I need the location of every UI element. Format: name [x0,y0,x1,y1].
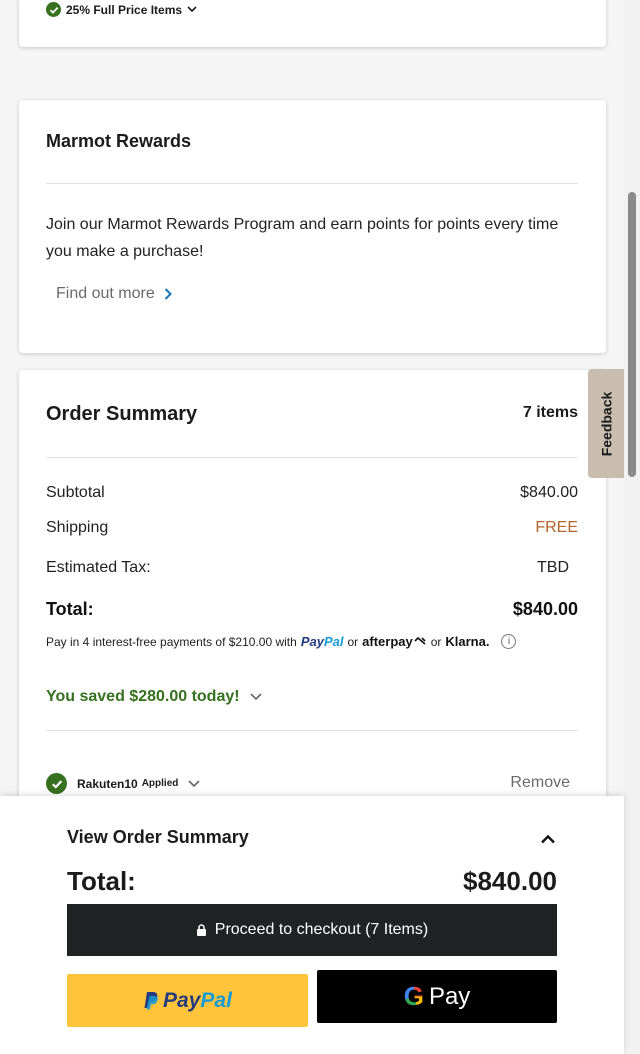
google-pay-label: Pay [428,982,471,1010]
shipping-value: FREE [535,519,578,536]
paypal-button[interactable]: PayPal [67,974,308,1027]
feedback-tab[interactable]: Feedback [588,369,624,478]
item-count: 7 items [522,404,578,421]
google-pay-button[interactable]: G Pay [317,970,557,1023]
paypal-wordmark: PayPal [163,988,232,1012]
applied-coupon[interactable]: Rakuten10 Applied [46,773,200,794]
scrollbar-track[interactable] [624,0,640,1054]
check-icon [46,2,61,17]
subtotal-label: Subtotal [46,484,105,501]
divider [46,457,578,458]
chevron-down-icon [188,779,200,787]
coupon-status: Applied [141,778,179,789]
payin-text: Pay in 4 interest-free payments of $210.… [46,634,297,649]
total-row: Total: $840.00 [46,599,578,620]
sticky-total-label: Total: [67,866,136,896]
total-value: $840.00 [512,599,578,619]
klarna-logo: Klarna. [445,634,490,649]
tax-label: Estimated Tax: [46,559,151,576]
tax-row: Estimated Tax: TBD [46,559,578,577]
total-label: Total: [46,599,94,619]
subtotal-row: Subtotal $840.00 [46,484,578,502]
promo-toggle[interactable]: 25% Full Price Items [46,2,197,17]
proceed-to-checkout-button[interactable]: Proceed to checkout (7 Items) [67,904,557,956]
savings-toggle[interactable]: You saved $280.00 today! [46,688,262,706]
order-summary-card: Order Summary 7 items Subtotal $840.00 S… [19,370,606,800]
chevron-right-icon [164,288,172,300]
subtotal-value: $840.00 [520,484,578,501]
feedback-label: Feedback [598,391,614,456]
divider [46,183,578,184]
or-text: or [430,634,442,649]
rewards-description: Join our Marmot Rewards Program and earn… [46,216,559,260]
afterpay-logo: afterpay [362,634,427,649]
chevron-down-icon [250,693,262,701]
checkout-label: Proceed to checkout (7 Items) [214,921,429,938]
coupon-code: Rakuten10 [77,776,138,791]
promo-card: 25% Full Price Items [19,0,606,47]
pay-in-installments: Pay in 4 interest-free payments of $210.… [46,634,517,649]
or-text: or [347,634,359,649]
rewards-card: Marmot Rewards Join our Marmot Rewards P… [19,100,606,353]
find-out-more-link[interactable]: Find out more [56,285,172,303]
lock-icon [196,924,206,936]
rewards-title: Marmot Rewards [46,131,192,151]
order-summary-title: Order Summary [46,403,198,425]
sticky-checkout-panel: View Order Summary Total: $840.00 Procee… [0,796,624,1054]
remove-coupon-link[interactable]: Remove [510,774,570,792]
paypal-logo: PayPal [300,634,344,649]
chevron-down-icon [187,6,197,13]
shipping-label: Shipping [46,519,109,536]
sticky-total-value: $840.00 [463,866,557,896]
find-out-more-label: Find out more [56,285,155,302]
tax-value: TBD [537,559,569,576]
paypal-logo-icon [144,992,158,1010]
view-order-summary-toggle[interactable]: View Order Summary [67,827,249,848]
info-icon[interactable]: i [501,634,517,649]
shipping-row: Shipping FREE [46,519,578,537]
divider [46,730,578,731]
scrollbar-thumb[interactable] [628,192,636,477]
savings-text: You saved $280.00 today! [46,688,240,705]
chevron-up-icon[interactable] [540,834,556,844]
google-g-icon: G [403,981,424,1011]
promo-label: 25% Full Price Items [66,2,183,17]
check-icon [46,773,67,794]
